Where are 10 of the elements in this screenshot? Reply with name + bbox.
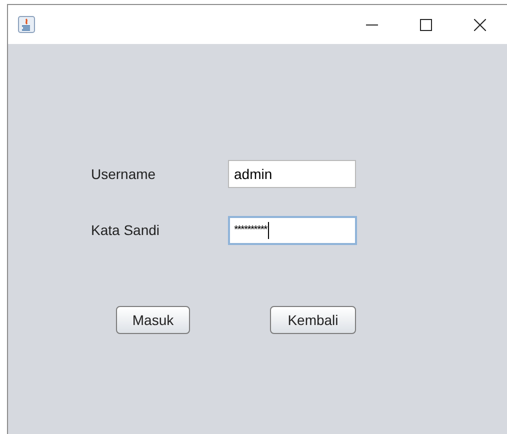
minimize-icon [366, 24, 378, 26]
close-icon [474, 18, 486, 30]
app-icon [18, 16, 35, 33]
password-field[interactable]: ********** [228, 216, 357, 245]
field-label: Username [91, 164, 157, 184]
field-label: Kata Sandi [91, 221, 160, 240]
maximize-icon [420, 18, 432, 30]
input-field[interactable]: admin [228, 160, 356, 188]
login-button[interactable]: Masuk [116, 306, 190, 334]
back-button[interactable]: Kembali [270, 306, 356, 334]
